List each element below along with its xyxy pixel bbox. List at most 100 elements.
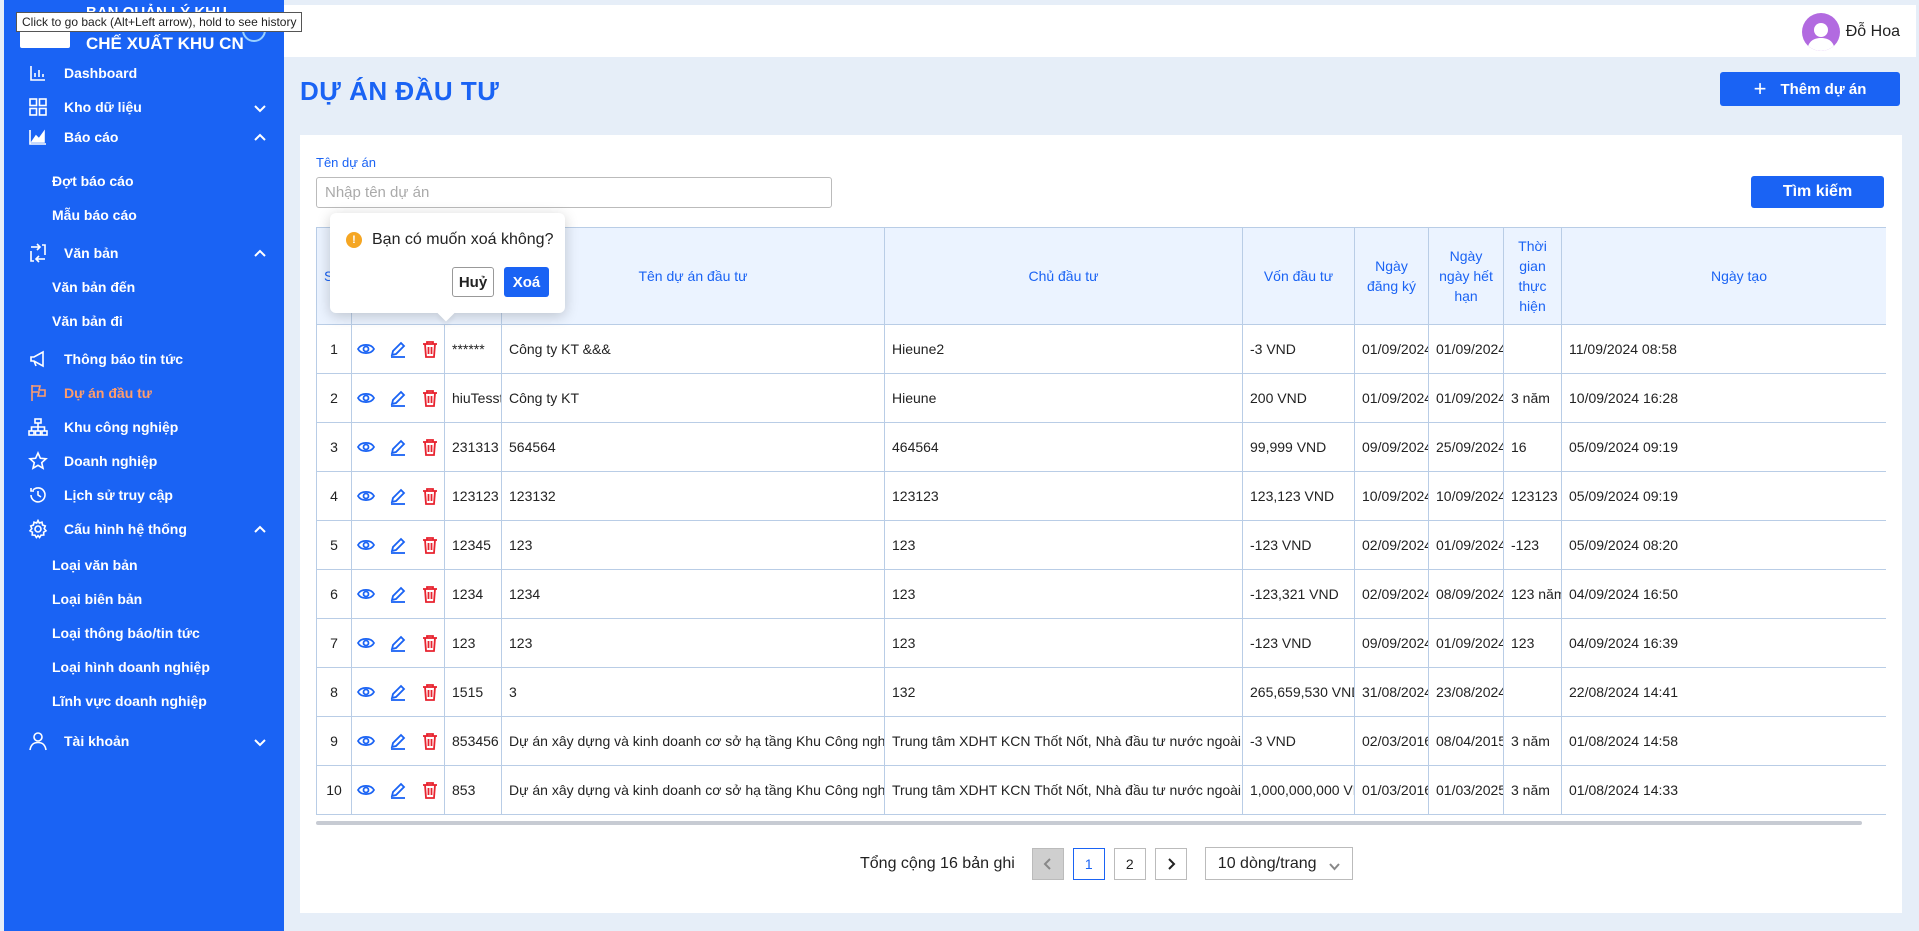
sidebar-item-label: Đợt báo cáo	[52, 173, 134, 189]
edit-pen-icon[interactable]	[389, 340, 407, 358]
view-eye-icon[interactable]	[357, 634, 375, 652]
view-eye-icon[interactable]	[357, 585, 375, 603]
sidebar-item-bao-cao[interactable]: Báo cáo	[4, 120, 284, 154]
plus-icon: +	[1753, 76, 1767, 101]
table-cell: 123123	[884, 471, 1243, 521]
table-cell: 25/09/2024	[1428, 422, 1504, 472]
edit-pen-icon[interactable]	[389, 683, 407, 701]
avatar[interactable]	[1802, 13, 1840, 51]
sidebar-item-van-ban[interactable]: Văn bản	[4, 236, 284, 270]
chevron-down-icon	[254, 735, 266, 747]
view-eye-icon[interactable]	[357, 438, 375, 456]
delete-trash-icon[interactable]	[421, 732, 439, 750]
delete-trash-icon[interactable]	[421, 487, 439, 505]
project-name-input[interactable]	[316, 177, 832, 208]
delete-trash-icon[interactable]	[421, 585, 439, 603]
edit-pen-icon[interactable]	[389, 389, 407, 407]
sidebar-item-loai-bien-ban[interactable]: Loại biên bản	[4, 582, 284, 616]
chevron-down-icon	[1329, 859, 1340, 871]
view-eye-icon[interactable]	[357, 732, 375, 750]
table-cell: 08/09/2024	[1428, 569, 1504, 619]
star-icon	[28, 451, 48, 471]
page-size-select[interactable]: 10 dòng/trang	[1204, 847, 1353, 880]
prev-page-button[interactable]	[1031, 847, 1064, 880]
delete-trash-icon[interactable]	[421, 340, 439, 358]
gear-icon	[28, 519, 48, 539]
table-cell: 1234	[444, 569, 502, 619]
projects-table-container[interactable]: S Tên dự án đầu tư Chủ đầu tư Vốn đầu tư Ngà…	[316, 227, 1886, 827]
delete-trash-icon[interactable]	[421, 438, 439, 456]
view-eye-icon[interactable]	[357, 683, 375, 701]
view-eye-icon[interactable]	[357, 487, 375, 505]
sidebar-item-label: Lịch sử truy cập	[64, 487, 173, 503]
edit-pen-icon[interactable]	[389, 536, 407, 554]
sidebar-item-kho-du-lieu[interactable]: Kho dữ liệu	[4, 90, 284, 124]
view-eye-icon[interactable]	[357, 340, 375, 358]
delete-trash-icon[interactable]	[421, 683, 439, 701]
sidebar-item-doanh-nghiep[interactable]: Doanh nghiệp	[4, 444, 284, 478]
table-cell: 01/03/2025	[1428, 765, 1504, 815]
sidebar-item-dashboard[interactable]: Dashboard	[4, 56, 284, 90]
search-button[interactable]: Tìm kiếm	[1751, 176, 1884, 208]
next-page-button[interactable]	[1154, 847, 1187, 880]
table-cell: 1515	[444, 667, 502, 717]
user-name[interactable]: Đỗ Hoa	[1846, 23, 1900, 41]
horizontal-scrollbar[interactable]	[316, 821, 1862, 825]
table-cell: 123	[444, 618, 502, 668]
table-cell: Trung tâm XDHT KCN Thốt Nốt, Nhà đầu tư …	[884, 716, 1243, 766]
table-cell: 123	[1503, 618, 1562, 668]
edit-pen-icon[interactable]	[389, 781, 407, 799]
sidebar-item-loai-van-ban[interactable]: Loại văn bản	[4, 548, 284, 582]
row-actions	[351, 618, 445, 668]
table-row: 1 ****** Công ty KT &&& Hieune2 -3 VND 01/09/…	[316, 324, 1886, 374]
sidebar-item-thong-bao-tin-tuc[interactable]: Thông báo tin tức	[4, 342, 284, 376]
edit-pen-icon[interactable]	[389, 634, 407, 652]
sidebar-item-du-an-dau-tu[interactable]: Dự án đầu tư	[4, 376, 284, 410]
page-1-button[interactable]: 1	[1072, 847, 1105, 880]
sidebar-item-khu-cong-nghiep[interactable]: Khu công nghiệp	[4, 410, 284, 444]
table-cell: 09/09/2024	[1354, 422, 1429, 472]
page-2-button[interactable]: 2	[1113, 847, 1146, 880]
edit-pen-icon[interactable]	[389, 585, 407, 603]
sidebar-item-van-ban-den[interactable]: Văn bản đến	[4, 270, 284, 304]
sidebar-item-loai-thong-bao-tin-tuc[interactable]: Loại thông báo/tin tức	[4, 616, 284, 650]
sidebar-item-label: Kho dữ liệu	[64, 99, 142, 115]
table-cell: 04/09/2024 16:50	[1561, 569, 1886, 619]
edit-pen-icon[interactable]	[389, 732, 407, 750]
table-cell: 09/09/2024	[1354, 618, 1429, 668]
sidebar-item-dot-bao-cao[interactable]: Đợt báo cáo	[4, 164, 284, 198]
table-cell: 01/08/2024 14:58	[1561, 716, 1886, 766]
table-cell: Công ty KT	[501, 373, 885, 423]
cluster-icon	[28, 417, 48, 437]
sidebar-item-mau-bao-cao[interactable]: Mẫu báo cáo	[4, 198, 284, 232]
delete-trash-icon[interactable]	[421, 536, 439, 554]
view-eye-icon[interactable]	[357, 389, 375, 407]
edit-pen-icon[interactable]	[389, 438, 407, 456]
table-cell: 05/09/2024 08:20	[1561, 520, 1886, 570]
history-icon	[28, 485, 48, 505]
table-cell: 464564	[884, 422, 1243, 472]
user-avatar-icon	[1807, 23, 1835, 51]
chevron-down-icon	[254, 101, 266, 113]
view-eye-icon[interactable]	[357, 536, 375, 554]
delete-trash-icon[interactable]	[421, 389, 439, 407]
table-cell: 123 năm	[1503, 569, 1562, 619]
sidebar-item-van-ban-di[interactable]: Văn bản đi	[4, 304, 284, 338]
page-title: DỰ ÁN ĐẦU TƯ	[300, 76, 500, 106]
delete-trash-icon[interactable]	[421, 634, 439, 652]
sidebar-item-lich-su-truy-cap[interactable]: Lịch sử truy cập	[4, 478, 284, 512]
edit-pen-icon[interactable]	[389, 487, 407, 505]
delete-ok-button[interactable]: Xoá	[504, 267, 549, 297]
delete-cancel-button[interactable]: Huỷ	[452, 267, 494, 297]
delete-trash-icon[interactable]	[421, 781, 439, 799]
sidebar-item-tai-khoan[interactable]: Tài khoản	[4, 724, 284, 758]
table-row: 4 123123 123132 123123 123,123 VND 10/09/2024…	[316, 471, 1886, 521]
table-cell: 123	[884, 520, 1243, 570]
row-actions	[351, 520, 445, 570]
view-eye-icon[interactable]	[357, 781, 375, 799]
sidebar-item-loai-hinh-doanh-nghiep[interactable]: Loại hình doanh nghiệp	[4, 650, 284, 684]
sidebar-item-linh-vuc-doanh-nghiep[interactable]: Lĩnh vực doanh nghiệp	[4, 684, 284, 718]
sidebar-item-cau-hinh-he-thong[interactable]: Cấu hình hệ thống	[4, 512, 284, 546]
add-project-button[interactable]: + Thêm dự án	[1720, 72, 1900, 106]
table-row: 5 12345 123 123 -123 VND 02/09/2024 01/09/2024…	[316, 520, 1886, 570]
